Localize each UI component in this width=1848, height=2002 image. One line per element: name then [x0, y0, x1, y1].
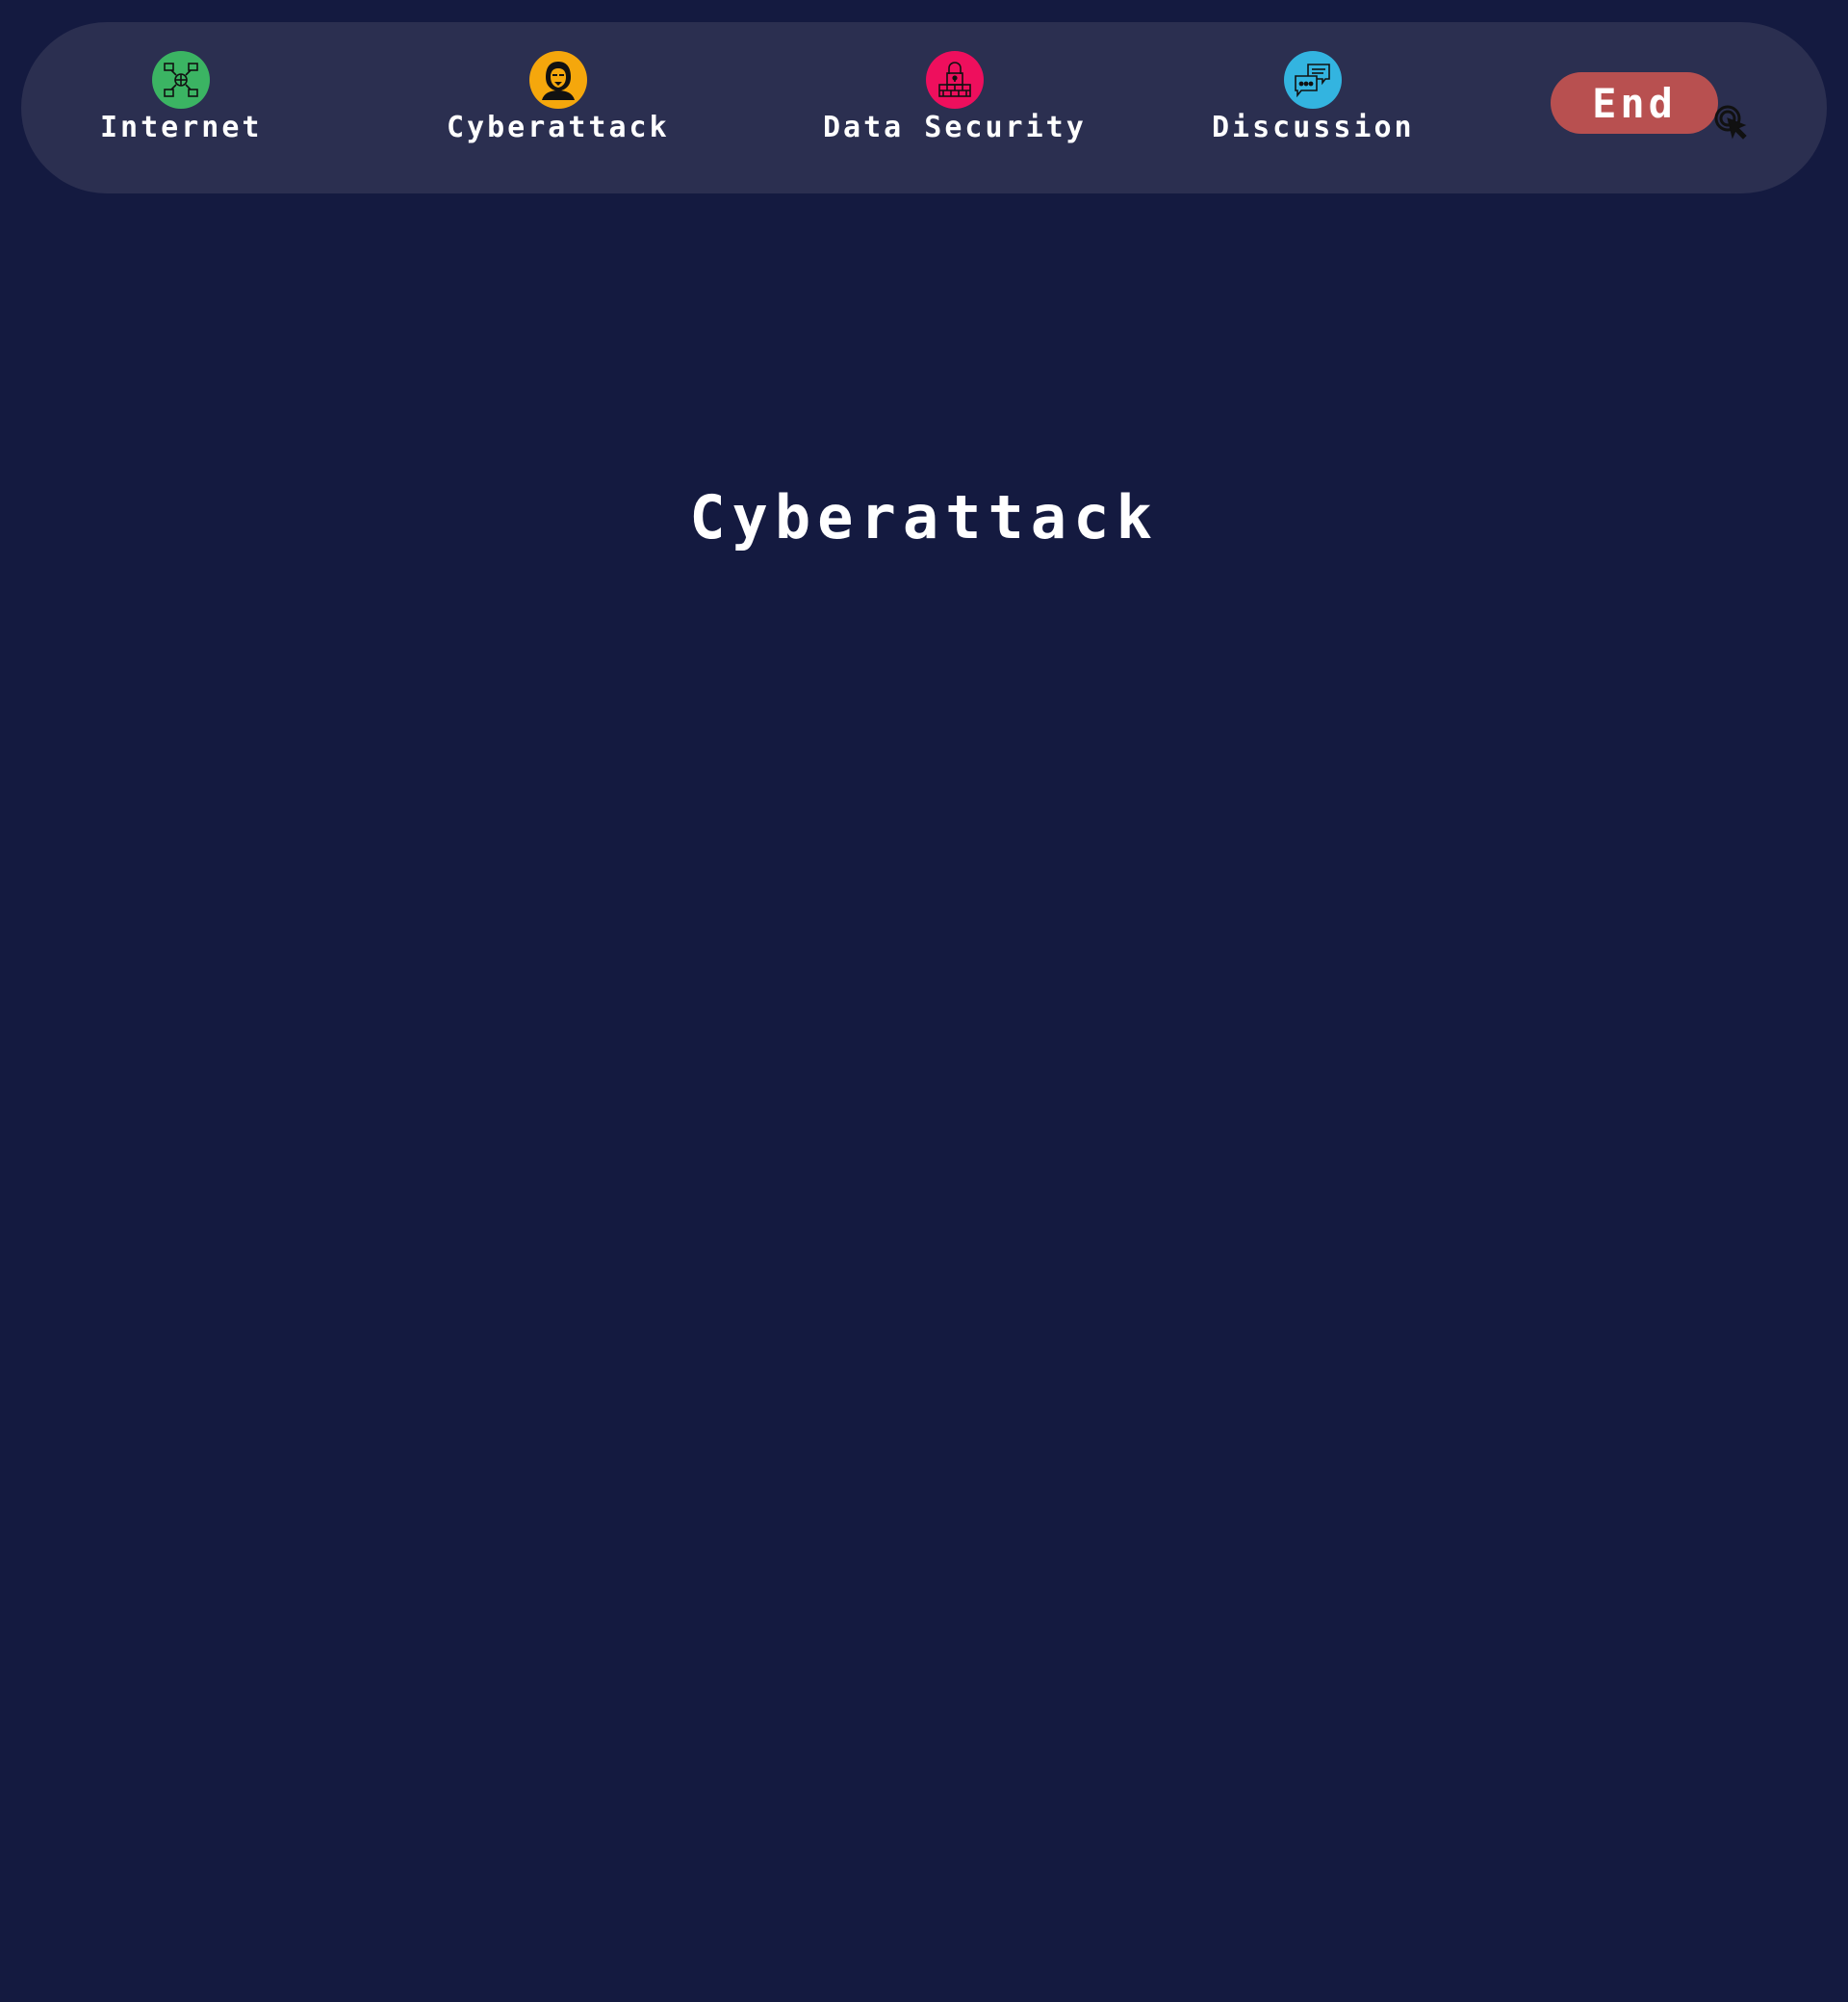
hacker-icon	[528, 51, 587, 109]
nav-item-internet[interactable]: Internet	[100, 51, 263, 145]
end-button[interactable]: End	[1551, 72, 1718, 134]
nav-label-data-security: Data Security	[823, 111, 1087, 144]
nav-item-data-security[interactable]: Data Security	[823, 51, 1087, 145]
page-title: Cyberattack	[689, 482, 1159, 552]
nav-label-discussion: Discussion	[1212, 111, 1415, 144]
top-navigation-bar: Internet Cyberattack Data Security Discu…	[21, 22, 1827, 193]
firewall-lock-icon	[925, 51, 984, 109]
chat-bubbles-icon	[1284, 51, 1343, 109]
nav-label-cyberattack: Cyberattack	[447, 111, 670, 144]
nav-label-internet: Internet	[100, 111, 263, 144]
nav-item-discussion[interactable]: Discussion	[1212, 51, 1415, 145]
network-globe-icon	[152, 51, 211, 109]
cursor-icon	[1714, 105, 1747, 140]
nav-item-cyberattack[interactable]: Cyberattack	[447, 51, 670, 145]
